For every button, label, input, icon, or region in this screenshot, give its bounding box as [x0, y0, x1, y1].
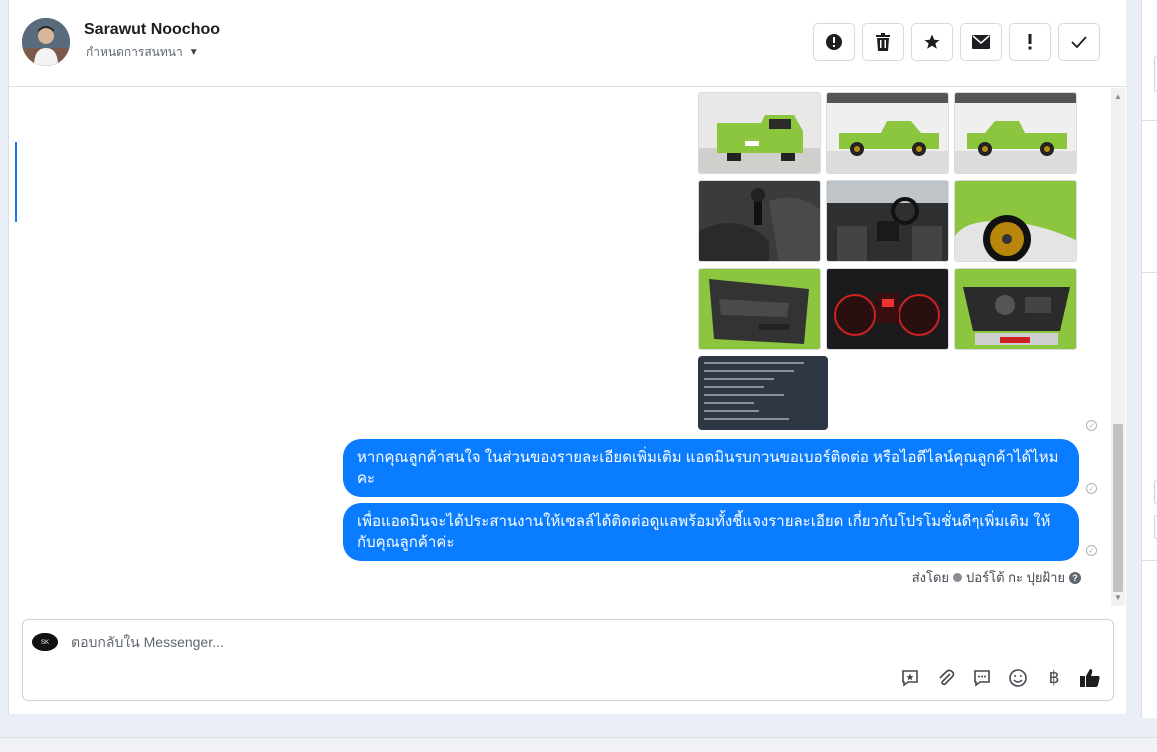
- photo-engine-bay[interactable]: [954, 268, 1077, 350]
- trash-icon: [876, 33, 890, 51]
- composer-tools: ฿: [899, 667, 1101, 689]
- message-icon[interactable]: [971, 667, 993, 689]
- assign-conversation-dropdown[interactable]: กำหนดการสนทนา ▼: [86, 43, 199, 62]
- alert-circle-icon: [826, 34, 842, 50]
- saved-reply-icon[interactable]: [899, 667, 921, 689]
- star-icon: [924, 34, 940, 49]
- emoji-icon[interactable]: [1007, 667, 1029, 689]
- envelope-icon: [972, 35, 990, 49]
- page-avatar: SK: [32, 633, 58, 651]
- right-sidebar: [1141, 0, 1157, 718]
- svg-text:SK: SK: [41, 640, 49, 646]
- read-receipt-icon: ✓: [1086, 483, 1097, 494]
- app: Sarawut Noochoo กำหนดการสนทนา ▼ ✓ หากคุณ…: [0, 0, 1157, 752]
- sender-name[interactable]: ปอร์โต้ กะ ปุยฝ้าย: [966, 567, 1065, 588]
- photo-spec-sheet[interactable]: [698, 356, 828, 430]
- baht-icon[interactable]: ฿: [1043, 667, 1065, 689]
- photo-gear-shift[interactable]: [698, 180, 821, 262]
- sidebar-divider: [1142, 560, 1157, 561]
- mark-done-button[interactable]: [1058, 23, 1100, 61]
- spam-button[interactable]: [813, 23, 855, 61]
- caret-down-icon: ▼: [188, 47, 199, 58]
- mark-unread-button[interactable]: [960, 23, 1002, 61]
- contact-name: Sarawut Noochoo: [84, 21, 221, 38]
- message-bubble[interactable]: เพื่อแอดมินจะได้ประสานงานให้เซลล์ได้ติดต…: [343, 503, 1079, 561]
- sent-by: ส่งโดย ปอร์โต้ กะ ปุยฝ้าย ?: [912, 567, 1081, 588]
- photo-side-view-2[interactable]: [954, 92, 1077, 174]
- scroll-thumb[interactable]: [1113, 424, 1123, 592]
- assign-label: กำหนดการสนทนา: [86, 45, 183, 59]
- scrollbar[interactable]: ▲ ▼: [1111, 88, 1125, 606]
- message-thread[interactable]: ✓ หากคุณลูกค้าสนใจ ในส่วนของรายละเอียดเพ…: [9, 88, 1111, 606]
- chat-panel: Sarawut Noochoo กำหนดการสนทนา ▼ ✓ หากคุณ…: [8, 0, 1127, 714]
- attachment-icon[interactable]: [935, 667, 957, 689]
- reply-composer: SK ฿: [22, 619, 1114, 701]
- photo-gauge-cluster[interactable]: [826, 268, 949, 350]
- star-button[interactable]: [911, 23, 953, 61]
- sidebar-divider: [1142, 120, 1157, 121]
- help-icon[interactable]: ?: [1069, 571, 1081, 584]
- photo-wheel[interactable]: [954, 180, 1077, 262]
- sidebar-divider: [1142, 272, 1157, 273]
- delete-button[interactable]: [862, 23, 904, 61]
- avatar[interactable]: [22, 18, 70, 66]
- photo-dashboard[interactable]: [826, 180, 949, 262]
- verified-icon: [953, 573, 963, 582]
- photo-rear-view[interactable]: [698, 92, 821, 174]
- read-receipt-icon: ✓: [1086, 545, 1097, 556]
- header-actions: [813, 23, 1100, 61]
- scroll-up-icon[interactable]: ▲: [1114, 92, 1122, 101]
- photo-side-view[interactable]: [826, 92, 949, 174]
- photo-door-panel[interactable]: [698, 268, 821, 350]
- checkmark-icon: [1071, 36, 1087, 48]
- bottom-bar: [0, 737, 1157, 752]
- follow-up-button[interactable]: [1009, 23, 1051, 61]
- scroll-down-icon[interactable]: ▼: [1114, 593, 1122, 602]
- sent-by-prefix: ส่งโดย: [911, 570, 950, 585]
- like-icon[interactable]: [1079, 667, 1101, 689]
- message-bubble[interactable]: หากคุณลูกค้าสนใจ ในส่วนของรายละเอียดเพิ่…: [343, 439, 1079, 497]
- read-receipt-icon: ✓: [1086, 420, 1097, 431]
- chat-header: Sarawut Noochoo กำหนดการสนทนา ▼: [9, 0, 1127, 87]
- exclamation-icon: [1028, 34, 1032, 50]
- reply-input[interactable]: [71, 630, 931, 654]
